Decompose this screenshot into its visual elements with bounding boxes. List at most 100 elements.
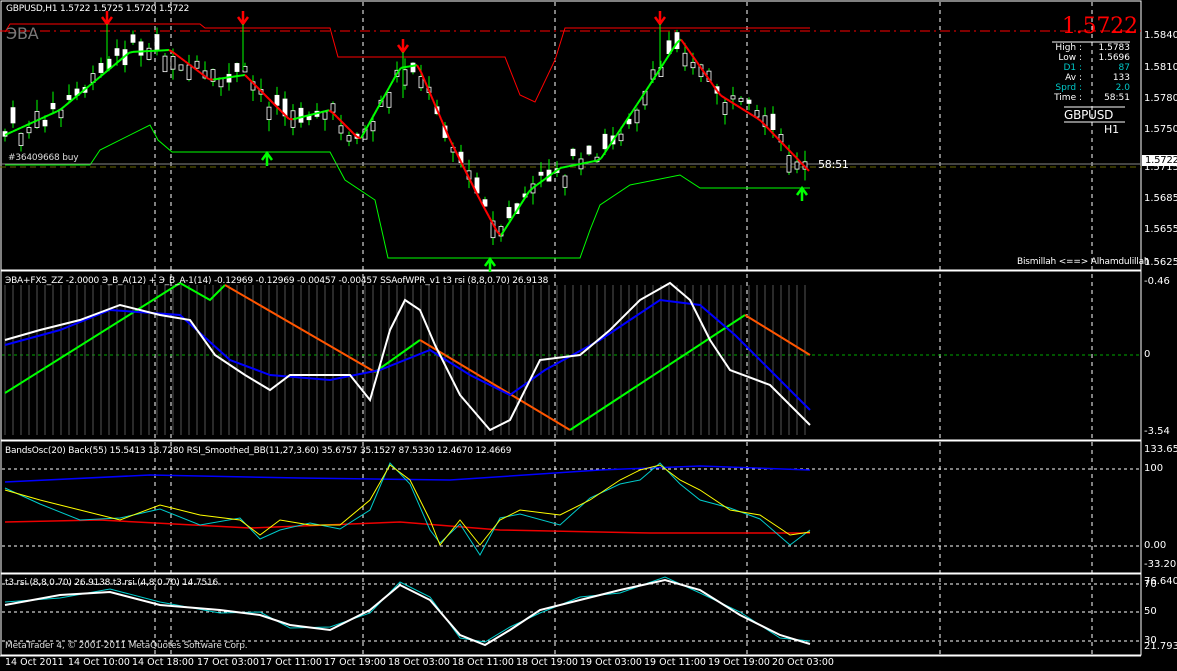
trend-ma-line <box>60 105 66 110</box>
trend-ma-line <box>616 127 622 136</box>
trend-ma-line <box>600 151 606 160</box>
trend-ma-line <box>416 64 422 73</box>
trend-ma-line <box>296 116 302 120</box>
info-value: 1.5696 <box>1098 53 1131 63</box>
trend-ma-line <box>240 74 246 77</box>
candle-body <box>138 41 144 56</box>
trend-ma-line <box>244 74 250 80</box>
trend-ma-line <box>688 50 694 58</box>
trend-ma-line <box>756 117 762 122</box>
candle-body <box>538 171 544 176</box>
candle-body <box>26 127 32 134</box>
pane-frame <box>0 440 1142 574</box>
info-value: 2.0 <box>1115 83 1130 93</box>
candle-body <box>738 97 744 102</box>
price-axis-label: 1.5685 <box>1144 193 1177 204</box>
candle-body <box>586 145 592 155</box>
candle-body <box>690 61 696 69</box>
trend-ma-line <box>168 49 174 54</box>
trend-ma-line <box>116 58 122 64</box>
trend-ma-line <box>72 95 78 100</box>
sell-arrow-icon <box>653 11 667 27</box>
trend-ma-line <box>172 51 178 57</box>
trend-ma-line <box>84 85 90 91</box>
zigzag-up-line <box>569 314 746 431</box>
info-key: Time : <box>1054 93 1082 103</box>
pane3-header: t3 rsi (8,8,0.70) 26.9138 t3 rsi (4,8,0.… <box>5 578 219 588</box>
trend-ma-line <box>408 64 414 68</box>
trend-ma-line <box>632 103 638 112</box>
candle-body <box>242 65 248 73</box>
trend-ma-line <box>344 124 350 130</box>
order-label[interactable]: #36409668 buy <box>8 153 79 163</box>
trend-ma-line <box>268 98 274 104</box>
candle-body <box>794 161 800 170</box>
candle-body <box>58 109 64 119</box>
time-axis-label: 17 Oct 11:00 <box>260 657 322 668</box>
candle-body <box>410 62 416 73</box>
trend-ma-line <box>88 81 94 87</box>
trend-ma-line <box>112 62 118 67</box>
zigzag-down-line <box>744 314 811 356</box>
trend-ma-line <box>100 71 106 77</box>
trend-ma-line <box>320 110 326 114</box>
trend-ma-line <box>628 109 634 118</box>
indicator-axis-label: 50 <box>1144 606 1157 617</box>
candle-body <box>386 91 392 108</box>
trend-ma-line <box>592 159 598 163</box>
trend-ma-line <box>664 54 670 62</box>
trend-ma-line <box>648 79 654 87</box>
trend-ma-line <box>736 104 742 109</box>
bands-red-line <box>4 519 810 534</box>
trend-ma-line <box>216 77 222 80</box>
trend-ma-line <box>520 197 526 205</box>
trend-ma-line <box>476 193 482 203</box>
candle-body <box>130 34 136 43</box>
candle-body <box>322 111 328 120</box>
trend-ma-line <box>12 128 18 133</box>
t3-rsi-slow-line <box>4 578 811 647</box>
info-key: Av : <box>1065 73 1082 83</box>
trend-ma-line <box>620 121 626 130</box>
candle-body <box>570 148 576 157</box>
candle-body <box>346 135 352 142</box>
trend-ma-line <box>256 86 262 92</box>
trend-ma-line <box>228 75 234 79</box>
trend-ma-line <box>96 75 102 81</box>
candle-body <box>178 64 184 71</box>
trend-ma-line <box>636 97 642 106</box>
price-axis-label: 1.5625 <box>1144 257 1177 268</box>
trend-ma-line <box>460 161 466 171</box>
price-axis-label: 1.5780 <box>1144 93 1177 104</box>
price-axis-label: 1.5655 <box>1144 224 1177 235</box>
time-axis-label: 14 Oct 18:00 <box>132 657 194 668</box>
candle-body <box>402 69 408 86</box>
footer-note: Bismillah <==> Alhamdulillah <box>1017 257 1150 267</box>
trend-ma-line <box>788 149 794 156</box>
trend-ma-line <box>536 181 542 186</box>
price-axis-label: 1.5810 <box>1144 62 1177 73</box>
info-value: 58:51 <box>1104 93 1130 103</box>
time-axis-label: 20 Oct 03:00 <box>772 657 834 668</box>
candle-body <box>562 175 568 188</box>
trend-ma-line <box>784 145 790 151</box>
trend-ma-line <box>212 78 218 81</box>
trend-ma-line <box>184 60 190 66</box>
trend-ma-line <box>324 109 330 113</box>
candle-body <box>770 113 776 130</box>
time-axis-label: 18 Oct 19:00 <box>516 657 578 668</box>
trend-ma-line <box>572 163 578 167</box>
chart-canvas[interactable] <box>0 0 1177 671</box>
candle-body <box>266 106 272 121</box>
candle-body <box>602 133 608 150</box>
trend-ma-line <box>20 124 26 129</box>
indicator-axis-label: 70 <box>1144 579 1157 590</box>
trend-ma-line <box>584 161 590 164</box>
trend-ma-line <box>748 112 754 117</box>
candle-body <box>66 95 72 100</box>
trend-ma-line <box>284 114 290 120</box>
trend-ma-line <box>680 38 686 46</box>
candle-body <box>50 103 56 110</box>
trend-ma-line <box>220 76 226 80</box>
pane1-header: ЭBA+FXS_ZZ -2.0000 Э_B_A(12) + Э_B_A-1(1… <box>5 276 549 286</box>
